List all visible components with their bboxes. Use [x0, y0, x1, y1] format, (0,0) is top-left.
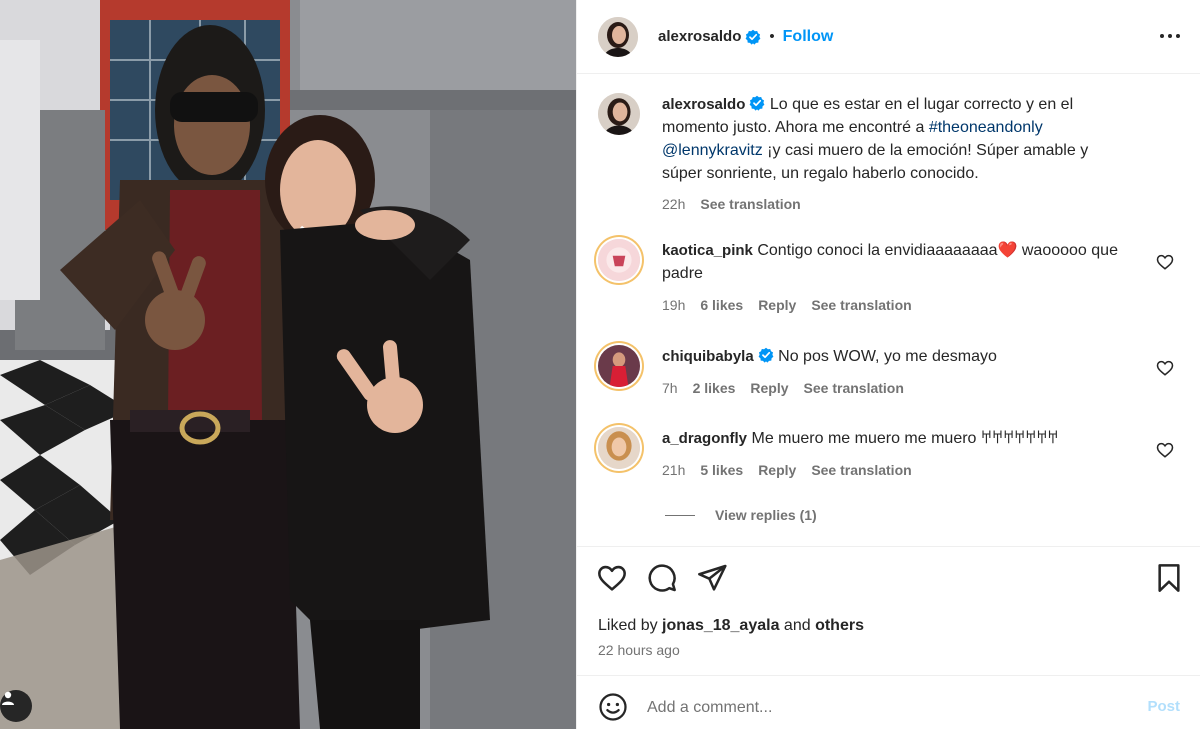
comment-likes[interactable]: 6 likes	[700, 294, 743, 317]
view-replies-label: View replies (1)	[715, 507, 817, 523]
caption-username[interactable]: alexrosaldo	[662, 96, 745, 113]
comment-time: 7h	[662, 380, 678, 396]
caption-avatar-image	[598, 93, 640, 135]
liked-by-and: and	[783, 617, 811, 634]
separator-dot: •	[769, 28, 775, 45]
reply-button[interactable]: Reply	[758, 294, 796, 317]
more-horizontal-icon	[1160, 34, 1180, 38]
bookmark-icon[interactable]	[1153, 562, 1185, 594]
comment-row: chiquibabyla No pos WOW, yo me desmayo 7…	[598, 345, 1188, 400]
post-header: alexrosaldo • Follow	[577, 0, 1200, 74]
see-translation-button[interactable]: See translation	[811, 294, 911, 317]
view-replies-button[interactable]: View replies (1)	[665, 507, 817, 523]
comment-avatar-image	[598, 239, 640, 281]
like-comment-heart-icon[interactable]	[1156, 253, 1174, 271]
post-timestamp[interactable]: 22 hours ago	[598, 642, 680, 658]
comments-list[interactable]: alexrosaldo Lo que es estar en el lugar …	[577, 75, 1200, 545]
liked-by-prefix: Liked by	[598, 617, 658, 634]
comment-input[interactable]	[647, 694, 1127, 722]
caption-row: alexrosaldo Lo que es estar en el lugar …	[598, 93, 1188, 216]
heart-icon[interactable]	[596, 562, 628, 594]
author-avatar-image	[598, 16, 638, 57]
comment-meta: 21h 5 likes Reply See translation	[662, 459, 1132, 482]
follow-button[interactable]: Follow	[783, 28, 834, 46]
caption-see-translation[interactable]: See translation	[700, 193, 800, 216]
caption-body: alexrosaldo Lo que es estar en el lugar …	[662, 93, 1132, 216]
caption-avatar[interactable]	[598, 93, 640, 135]
caption-meta: 22h See translation	[662, 193, 1132, 216]
verified-badge-icon	[749, 95, 765, 111]
view-replies-line	[665, 514, 695, 516]
comment-meta: 19h 6 likes Reply See translation	[662, 294, 1132, 317]
comment-avatar[interactable]	[598, 239, 640, 281]
like-comment-heart-icon[interactable]	[1156, 359, 1174, 377]
post-photo[interactable]	[0, 0, 576, 729]
more-options-button[interactable]	[1157, 24, 1183, 48]
caption-time: 22h	[662, 196, 686, 212]
verified-badge-icon	[745, 29, 761, 45]
share-icon[interactable]	[696, 562, 728, 594]
mention-link[interactable]: @lennykravitz	[662, 142, 763, 159]
liked-by-user[interactable]: jonas_18_ayala	[662, 617, 779, 634]
reply-button[interactable]: Reply	[750, 377, 788, 400]
comment-row: a_dragonfly Me muero me muero me muero 𐀀…	[598, 427, 1188, 482]
photo-illustration	[0, 0, 576, 729]
emoji-icon[interactable]	[598, 692, 628, 722]
comment-time: 19h	[662, 297, 686, 313]
tag-user-icon	[2, 691, 14, 705]
tag-user-button[interactable]	[0, 690, 32, 722]
comment-body: kaotica_pink Contigo conoci la envidiaaa…	[662, 239, 1132, 317]
liked-by: Liked by jonas_18_ayala and others	[598, 617, 864, 635]
comment-time: 21h	[662, 462, 686, 478]
author-avatar[interactable]	[598, 16, 638, 57]
comment-avatar[interactable]	[598, 345, 640, 387]
post-side-panel: alexrosaldo • Follow alexrosaldo Lo que …	[576, 0, 1200, 729]
post-actions: Liked by jonas_18_ayala and others 22 ho…	[577, 546, 1200, 676]
verified-badge-icon	[758, 347, 774, 363]
comment-avatar[interactable]	[598, 427, 640, 469]
comment-body: chiquibabyla No pos WOW, yo me desmayo 7…	[662, 345, 1132, 400]
comment-text: Me muero me muero me muero 𐀀𐀀𐀀𐀀𐀀𐀀𐀀	[751, 430, 1059, 447]
see-translation-button[interactable]: See translation	[804, 377, 904, 400]
comment-avatar-image	[598, 427, 640, 469]
comment-username[interactable]: kaotica_pink	[662, 242, 753, 259]
comment-username[interactable]: a_dragonfly	[662, 430, 747, 447]
caption-text: alexrosaldo Lo que es estar en el lugar …	[662, 93, 1132, 185]
comment-username[interactable]: chiquibabyla	[662, 348, 754, 365]
comment-avatar-image	[598, 345, 640, 387]
reply-button[interactable]: Reply	[758, 459, 796, 482]
comment-text: No pos WOW, yo me desmayo	[778, 348, 997, 365]
comment-likes[interactable]: 2 likes	[693, 377, 736, 400]
comment-icon[interactable]	[646, 562, 678, 594]
comment-meta: 7h 2 likes Reply See translation	[662, 377, 1132, 400]
see-translation-button[interactable]: See translation	[811, 459, 911, 482]
comment-likes[interactable]: 5 likes	[700, 459, 743, 482]
liked-by-others[interactable]: others	[815, 617, 864, 634]
comment-body: a_dragonfly Me muero me muero me muero 𐀀…	[662, 427, 1132, 482]
post-comment-button[interactable]: Post	[1147, 698, 1180, 715]
like-comment-heart-icon[interactable]	[1156, 441, 1174, 459]
hashtag-link[interactable]: #theoneandonly	[929, 119, 1043, 136]
author-username[interactable]: alexrosaldo	[658, 28, 741, 45]
comment-row: kaotica_pink Contigo conoci la envidiaaa…	[598, 239, 1188, 317]
